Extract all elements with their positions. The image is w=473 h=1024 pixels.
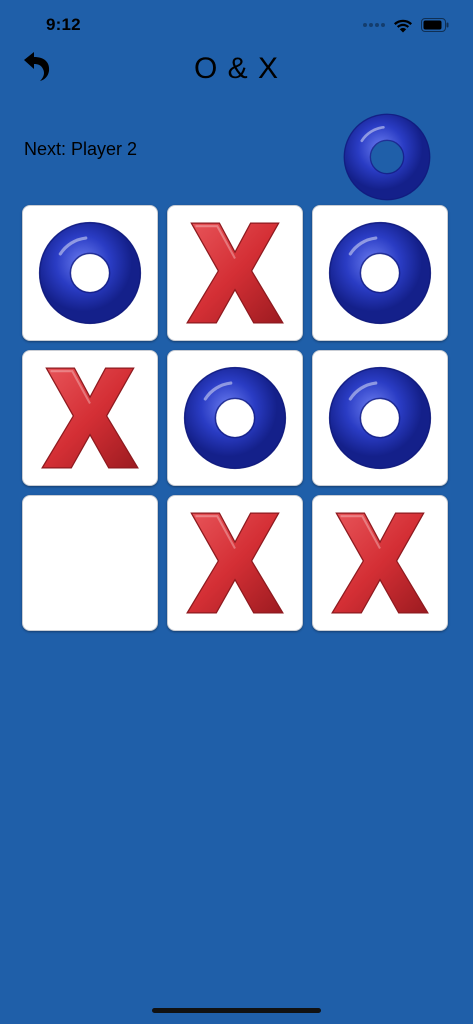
- x-piece-icon: [186, 512, 284, 614]
- wifi-icon: [394, 19, 412, 32]
- o-piece-icon: [183, 366, 287, 470]
- board-cell[interactable]: [312, 350, 448, 486]
- x-piece-icon: [331, 512, 429, 614]
- game-board: [22, 205, 452, 635]
- status-icons: [363, 15, 449, 35]
- home-indicator: [152, 1008, 321, 1013]
- o-piece-icon: [328, 221, 432, 325]
- board-cell[interactable]: [312, 495, 448, 631]
- o-piece-icon: [328, 366, 432, 470]
- nav-bar: O & X: [0, 44, 473, 100]
- page-title: O & X: [193, 52, 280, 85]
- board-cell[interactable]: [167, 495, 303, 631]
- next-piece-o-icon: [342, 112, 432, 202]
- x-piece-icon: [41, 367, 139, 469]
- battery-icon: [421, 18, 449, 32]
- status-time: 9:12: [46, 15, 81, 34]
- status-bar: 9:12: [0, 0, 473, 44]
- board-cell[interactable]: [312, 205, 448, 341]
- board-cell[interactable]: [22, 350, 158, 486]
- next-player-label: Next: Player 2: [24, 139, 138, 159]
- board-cell[interactable]: [167, 350, 303, 486]
- board-cell[interactable]: [22, 205, 158, 341]
- o-piece-icon: [38, 221, 142, 325]
- o-piece-icon: [343, 113, 431, 201]
- board-cell[interactable]: [167, 205, 303, 341]
- board-cell[interactable]: [22, 495, 158, 631]
- x-piece-icon: [186, 222, 284, 324]
- cellular-signal-icon: [363, 23, 385, 27]
